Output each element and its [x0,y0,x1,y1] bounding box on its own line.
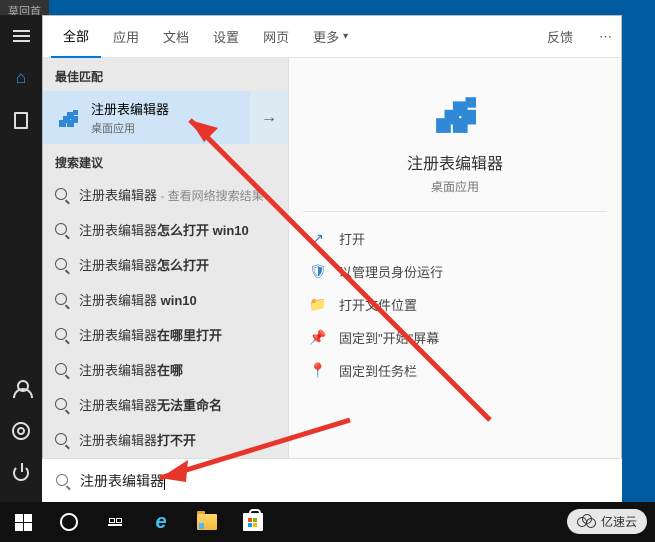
open-icon: ↗ [309,230,327,247]
suggestion-text: 注册表编辑器怎么打开 win10 [79,220,249,239]
action-pin-taskbar[interactable]: 📍 固定到任务栏 [303,354,607,387]
suggestion-text: 注册表编辑器在哪 [79,360,183,379]
best-match-item[interactable]: 注册表编辑器 桌面应用 → [43,91,288,144]
detail-app-icon [442,82,468,150]
detail-subtitle: 桌面应用 [431,178,479,195]
search-icon [55,433,69,447]
desktop: ⌂ 全部 应用 文档 设置 网页 更多 反馈 ⋯ 最佳匹配 [0,0,655,542]
suggestion-item[interactable]: 注册表编辑器无法重命名 [43,387,288,422]
suggestion-text: 注册表编辑器 win10 [79,290,197,309]
action-pinstart-label: 固定到"开始"屏幕 [339,328,439,347]
regedit-icon [53,103,83,133]
tab-settings[interactable]: 设置 [201,16,251,58]
detail-title: 注册表编辑器 [407,150,503,174]
tab-docs[interactable]: 文档 [151,16,201,58]
settings-icon[interactable] [0,410,42,452]
folder-icon: 📁 [309,296,327,313]
suggestion-text: 注册表编辑器打不开 [79,430,196,449]
ie-button[interactable]: e [140,502,182,542]
search-input[interactable]: 注册表编辑器 [80,471,165,491]
suggestion-item[interactable]: 注册表编辑器打不开 [43,422,288,457]
search-icon [55,363,69,377]
pin-start-icon: 📌 [309,329,327,346]
action-admin-label: 以管理员身份运行 [339,262,443,281]
search-icon [55,188,69,202]
documents-icon[interactable] [0,99,42,141]
suggestion-item[interactable]: 注册表编辑器在哪里打开 [43,317,288,352]
search-input-row[interactable]: 注册表编辑器 [42,458,622,502]
shield-icon: 🛡 [309,263,327,280]
suggestion-text: 注册表编辑器无法重命名 [79,395,222,414]
feedback-link[interactable]: 反馈 [533,27,587,46]
suggestions-label: 搜索建议 [43,144,288,177]
suggestion-item[interactable]: 注册表编辑器在哪 [43,352,288,387]
action-open-location[interactable]: 📁 打开文件位置 [303,288,607,321]
home-icon[interactable]: ⌂ [0,57,42,99]
user-icon[interactable] [0,368,42,410]
tab-apps[interactable]: 应用 [101,16,151,58]
results-list: 最佳匹配 注册表编辑器 桌面应用 → 搜索建议 注册表编辑器 - 查看网络搜索结… [43,58,288,501]
suggestion-item[interactable]: 注册表编辑器 win10 [43,282,288,317]
action-pintb-label: 固定到任务栏 [339,361,417,380]
expand-arrow-icon[interactable]: → [250,91,288,144]
start-button[interactable] [2,502,44,542]
start-sidebar: ⌂ [0,15,42,502]
action-run-admin[interactable]: 🛡 以管理员身份运行 [303,255,607,288]
search-icon [55,223,69,237]
taskview-button[interactable] [94,502,136,542]
suggestion-text: 注册表编辑器怎么打开 [79,255,209,274]
action-open[interactable]: ↗ 打开 [303,222,607,255]
search-icon [55,398,69,412]
search-icon [55,293,69,307]
search-icon [56,474,70,488]
search-panel: 全部 应用 文档 设置 网页 更多 反馈 ⋯ 最佳匹配 注册表编辑器 桌面应用 … [42,15,622,502]
watermark: 亿速云 [567,509,647,534]
search-icon [55,258,69,272]
suggestion-item[interactable]: 注册表编辑器 - 查看网络搜索结果 [43,177,288,212]
hamburger-icon[interactable] [0,15,42,57]
tab-more[interactable]: 更多 [301,16,360,58]
power-icon[interactable] [0,452,42,494]
suggestion-item[interactable]: 注册表编辑器怎么打开 [43,247,288,282]
store-button[interactable] [232,502,274,542]
suggestion-text: 注册表编辑器在哪里打开 [79,325,222,344]
filter-tabs: 全部 应用 文档 设置 网页 更多 反馈 ⋯ [43,16,621,58]
more-menu-icon[interactable]: ⋯ [599,29,613,45]
suggestion-text: 注册表编辑器 - 查看网络搜索结果 [79,185,264,204]
detail-pane: 注册表编辑器 桌面应用 ↗ 打开 🛡 以管理员身份运行 📁 打开文件位置 📌 固定到"开… [288,58,621,501]
suggestion-item[interactable]: 注册表编辑器怎么打开 win10 [43,212,288,247]
action-location-label: 打开文件位置 [339,295,417,314]
taskbar: e [0,502,655,542]
cortana-button[interactable] [48,502,90,542]
best-match-label: 最佳匹配 [43,58,288,91]
tab-all[interactable]: 全部 [51,16,101,58]
pin-taskbar-icon: 📍 [309,362,327,379]
search-icon [55,328,69,342]
explorer-button[interactable] [186,502,228,542]
action-open-label: 打开 [339,229,365,248]
tab-web[interactable]: 网页 [251,16,301,58]
action-pin-start[interactable]: 📌 固定到"开始"屏幕 [303,321,607,354]
